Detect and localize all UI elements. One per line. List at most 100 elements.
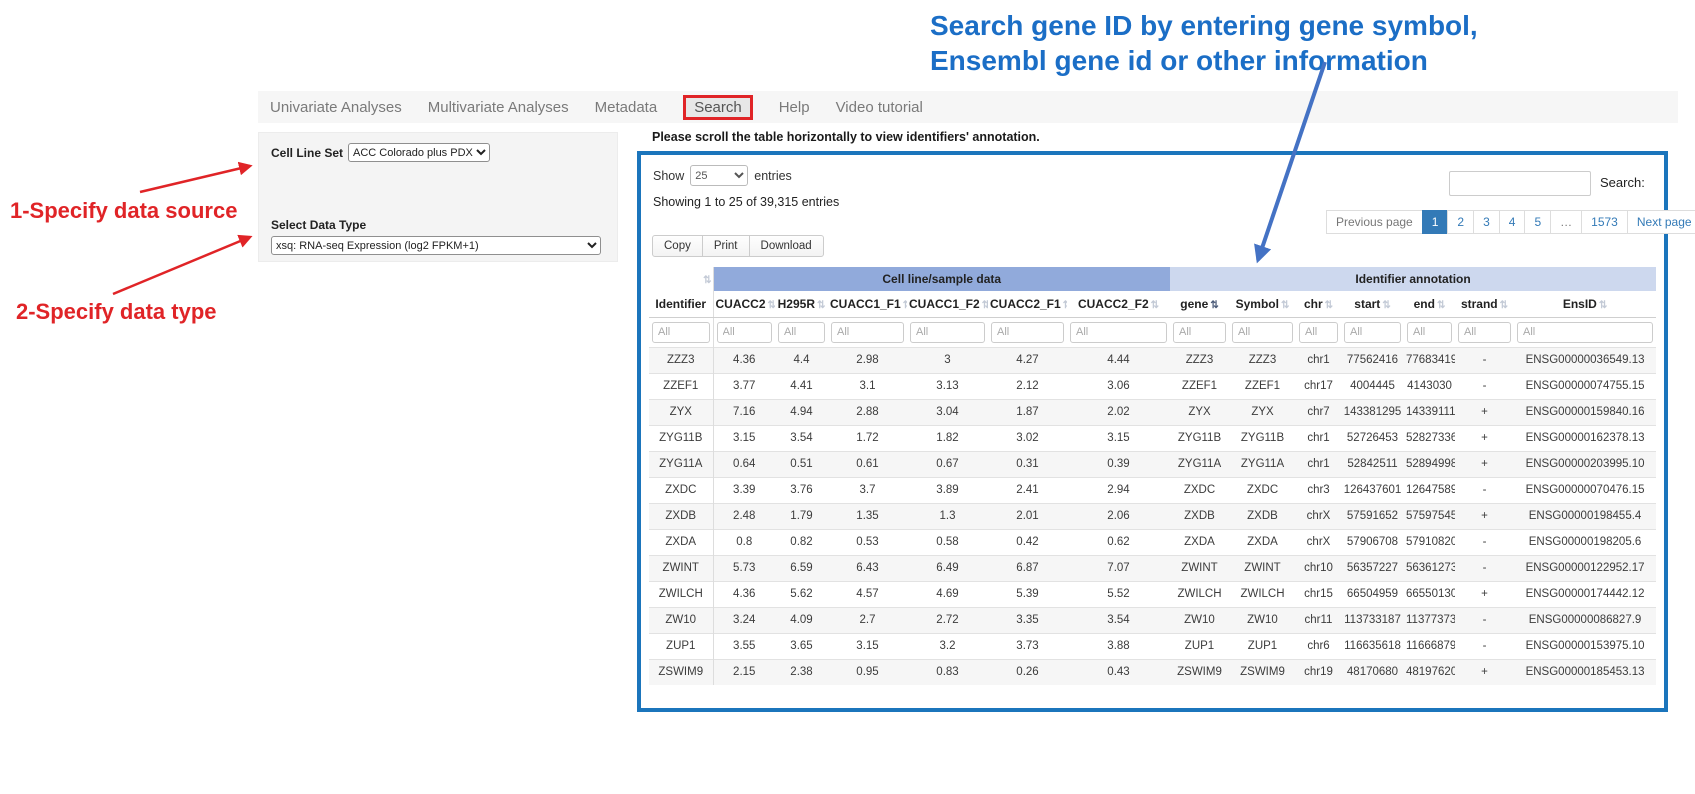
filter-input-cuacc2-f2[interactable]	[1070, 322, 1167, 343]
download-button[interactable]: Download	[749, 235, 824, 257]
nav-item-multivariate-analyses[interactable]: Multivariate Analyses	[428, 99, 569, 116]
data-cell: 48197620	[1404, 659, 1455, 685]
data-cell: 6.87	[988, 555, 1067, 581]
data-cell: 77562416	[1341, 347, 1404, 373]
column-header-cuacc1-f1[interactable]: CUACC1_F1⇅	[828, 291, 907, 317]
data-cell: 116635618	[1341, 633, 1404, 659]
data-cell: ZWINT	[1229, 555, 1296, 581]
page-button-4[interactable]: 4	[1499, 210, 1526, 234]
table-search-input[interactable]	[1449, 171, 1591, 196]
table-row: ZUP13.553.653.153.23.733.88ZUP1ZUP1chr61…	[649, 633, 1656, 659]
data-cell: 66504959	[1341, 581, 1404, 607]
page-button-3[interactable]: 3	[1473, 210, 1500, 234]
data-source-panel: Cell Line Set ACC Colorado plus PDX Sele…	[258, 132, 618, 262]
column-header-symbol[interactable]: Symbol⇅	[1229, 291, 1296, 317]
data-cell: chrX	[1296, 529, 1341, 555]
data-cell: 0.82	[775, 529, 828, 555]
filter-cell-cuacc2-f2	[1067, 317, 1170, 347]
column-header-cuacc2-f2[interactable]: CUACC2_F2⇅	[1067, 291, 1170, 317]
column-header-gene[interactable]: gene⇅	[1170, 291, 1229, 317]
next-page-button[interactable]: Next page	[1627, 210, 1695, 234]
filter-input-cuacc1-f2[interactable]	[910, 322, 985, 343]
data-type-select[interactable]: xsq: RNA-seq Expression (log2 FPKM+1)	[271, 236, 601, 255]
data-cell: -	[1455, 529, 1514, 555]
column-label: CUACC1_F2	[909, 297, 980, 311]
page-length-control: Show 25 entries	[653, 165, 792, 186]
filter-input-symbol[interactable]	[1232, 322, 1293, 343]
identifier-cell: ZXDC	[649, 477, 713, 503]
nav-item-help[interactable]: Help	[779, 99, 810, 116]
data-cell: 113733187	[1341, 607, 1404, 633]
data-cell: 2.88	[828, 399, 907, 425]
filter-input-ensid[interactable]	[1517, 322, 1653, 343]
data-cell: 2.94	[1067, 477, 1170, 503]
data-cell: ENSG00000036549.13	[1514, 347, 1656, 373]
data-cell: ENSG00000174442.12	[1514, 581, 1656, 607]
nav-item-video-tutorial[interactable]: Video tutorial	[836, 99, 923, 116]
data-cell: ZXDB	[1170, 503, 1229, 529]
filter-input-cuacc2[interactable]	[717, 322, 773, 343]
data-cell: 3	[907, 347, 988, 373]
filter-input-cuacc1-f1[interactable]	[831, 322, 904, 343]
filter-input-identifier[interactable]	[652, 322, 710, 343]
data-cell: 4143030	[1404, 373, 1455, 399]
data-cell: 6.59	[775, 555, 828, 581]
column-header-cuacc2-f1[interactable]: CUACC2_F1⇅	[988, 291, 1067, 317]
data-cell: 52894998	[1404, 451, 1455, 477]
filter-input-start[interactable]	[1344, 322, 1401, 343]
cell-line-set-select[interactable]: ACC Colorado plus PDX	[348, 143, 490, 162]
filter-input-end[interactable]	[1407, 322, 1452, 343]
column-header-strand[interactable]: strand⇅	[1455, 291, 1514, 317]
copy-button[interactable]: Copy	[652, 235, 703, 257]
data-cell: 4.69	[907, 581, 988, 607]
data-cell: 4004445	[1341, 373, 1404, 399]
table-row: ZWINT5.736.596.436.496.877.07ZWINTZWINTc…	[649, 555, 1656, 581]
table-row: ZYX7.164.942.883.041.872.02ZYXZYXchr7143…	[649, 399, 1656, 425]
data-cell: 3.02	[988, 425, 1067, 451]
column-header-cuacc2[interactable]: CUACC2⇅	[713, 291, 775, 317]
data-cell: ZSWIM9	[1229, 659, 1296, 685]
column-header-ensid[interactable]: EnsID⇅	[1514, 291, 1656, 317]
column-label: Symbol	[1236, 297, 1279, 311]
column-header-start[interactable]: start⇅	[1341, 291, 1404, 317]
column-label: CUACC1_F1	[830, 297, 901, 311]
previous-page-button[interactable]: Previous page	[1326, 210, 1423, 234]
page-button-5[interactable]: 5	[1524, 210, 1551, 234]
page-size-select[interactable]: 25	[690, 165, 748, 186]
filter-input-strand[interactable]	[1458, 322, 1511, 343]
filter-input-cuacc2-f1[interactable]	[991, 322, 1064, 343]
data-cell: 3.15	[713, 425, 775, 451]
sort-icon: ⇅	[982, 300, 988, 311]
column-header-end[interactable]: end⇅	[1404, 291, 1455, 317]
data-cell: ZXDA	[1170, 529, 1229, 555]
data-cell: -	[1455, 607, 1514, 633]
page-button-1[interactable]: 1	[1422, 210, 1449, 234]
filter-input-gene[interactable]	[1173, 322, 1226, 343]
data-cell: 0.43	[1067, 659, 1170, 685]
data-cell: -	[1455, 373, 1514, 399]
column-label: Identifier	[655, 297, 706, 311]
sort-icon: ⇅	[768, 300, 775, 311]
filter-input-chr[interactable]	[1299, 322, 1338, 343]
data-cell: 2.98	[828, 347, 907, 373]
export-buttons: CopyPrintDownload	[653, 235, 824, 257]
data-cell: 3.15	[1067, 425, 1170, 451]
column-header-cuacc1-f2[interactable]: CUACC1_F2⇅	[907, 291, 988, 317]
column-header-h295r[interactable]: H295R⇅	[775, 291, 828, 317]
data-cell: ZWILCH	[1229, 581, 1296, 607]
page-button-2[interactable]: 2	[1447, 210, 1474, 234]
nav-item-metadata[interactable]: Metadata	[595, 99, 658, 116]
column-label: CUACC2_F2	[1078, 297, 1149, 311]
identifier-sort-cell[interactable]: ⇅	[649, 267, 713, 291]
filter-cell-chr	[1296, 317, 1341, 347]
print-button[interactable]: Print	[702, 235, 750, 257]
filter-input-h295r[interactable]	[778, 322, 825, 343]
data-cell: -	[1455, 477, 1514, 503]
nav-item-univariate-analyses[interactable]: Univariate Analyses	[270, 99, 402, 116]
nav-item-search[interactable]: Search	[683, 95, 753, 120]
column-header-chr[interactable]: chr⇅	[1296, 291, 1341, 317]
data-cell: +	[1455, 451, 1514, 477]
column-header-identifier[interactable]: Identifier	[649, 291, 713, 317]
page-button-1573[interactable]: 1573	[1581, 210, 1628, 234]
filter-cell-cuacc2	[713, 317, 775, 347]
